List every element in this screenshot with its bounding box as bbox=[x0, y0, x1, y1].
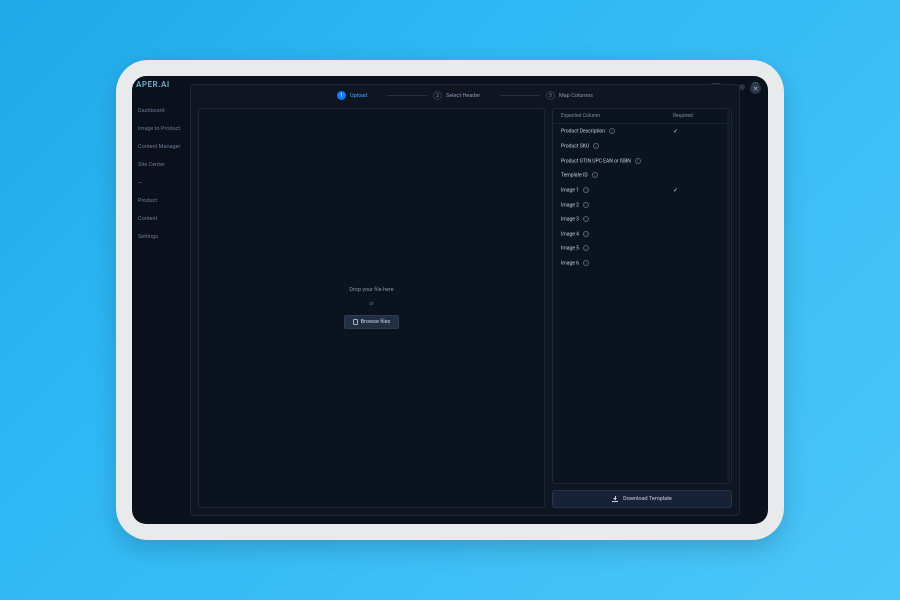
info-icon[interactable]: i bbox=[609, 128, 615, 134]
step-number: 2 bbox=[433, 91, 442, 100]
stepper-separator-icon bbox=[486, 92, 494, 100]
expected-columns-table: Expected Column Required Product Descrip… bbox=[552, 108, 732, 484]
column-name: Template IDi bbox=[561, 172, 673, 179]
table-row: Product SKUi bbox=[553, 139, 731, 154]
upload-modal: ✕ 1 Upload 2 Select Header 3 Map Columns bbox=[190, 84, 740, 516]
browse-label: Browse files bbox=[361, 319, 391, 325]
scrollbar[interactable] bbox=[727, 110, 730, 482]
step-upload[interactable]: 1 Upload bbox=[337, 91, 367, 100]
column-name: Image 5i bbox=[561, 245, 673, 252]
app-logo: APER.AI bbox=[136, 80, 170, 89]
table-row: Image 3i bbox=[553, 212, 731, 227]
stepper-line bbox=[387, 95, 427, 96]
column-header-required: Required bbox=[673, 113, 723, 119]
download-icon bbox=[612, 496, 618, 502]
step-number: 3 bbox=[546, 91, 555, 100]
dropzone-text: Drop your file here bbox=[349, 287, 393, 293]
check-icon: ✓ bbox=[673, 187, 678, 194]
column-name: Image 6i bbox=[561, 260, 673, 267]
step-label: Map Columns bbox=[559, 93, 593, 99]
table-row: Image 5i bbox=[553, 241, 731, 256]
table-row: Image 6i bbox=[553, 256, 731, 271]
info-icon[interactable]: i bbox=[583, 245, 589, 251]
expected-columns-panel: Expected Column Required Product Descrip… bbox=[552, 108, 732, 508]
file-icon bbox=[353, 319, 358, 325]
sidebar-item-site-center[interactable]: Site Center bbox=[136, 156, 190, 174]
tablet-frame: APER.AI Dashboard Image to Product Conte… bbox=[116, 60, 784, 540]
info-icon[interactable]: i bbox=[583, 187, 589, 193]
column-name: Image 4i bbox=[561, 231, 673, 238]
column-name: Image 1i bbox=[561, 187, 673, 194]
sidebar-item-content[interactable]: Content bbox=[136, 210, 190, 228]
step-label: Upload bbox=[350, 93, 367, 99]
info-icon[interactable]: i bbox=[592, 172, 598, 178]
column-name: Product SKUi bbox=[561, 143, 673, 150]
table-header: Expected Column Required bbox=[553, 109, 731, 124]
sidebar-divider: — bbox=[136, 174, 190, 192]
step-select-header[interactable]: 2 Select Header bbox=[433, 91, 480, 100]
modal-body: Drop your file here or Browse files Expe… bbox=[191, 108, 739, 515]
stepper: 1 Upload 2 Select Header 3 Map Columns bbox=[191, 85, 739, 108]
info-icon[interactable]: i bbox=[583, 260, 589, 266]
sidebar-item-image-to-product[interactable]: Image to Product bbox=[136, 120, 190, 138]
browse-files-button[interactable]: Browse files bbox=[344, 315, 400, 329]
sidebar-item-settings[interactable]: Settings bbox=[136, 228, 190, 246]
info-icon[interactable]: i bbox=[593, 143, 599, 149]
sidebar-item-product[interactable]: Product bbox=[136, 192, 190, 210]
required-cell: ✓ bbox=[673, 187, 723, 194]
table-row: Image 4i bbox=[553, 227, 731, 242]
dropzone-or: or bbox=[369, 301, 374, 307]
table-row: Template IDi bbox=[553, 168, 731, 183]
step-label: Select Header bbox=[446, 93, 480, 99]
column-name: Image 3i bbox=[561, 216, 673, 223]
close-button[interactable]: ✕ bbox=[750, 83, 761, 94]
column-name: Product GTIN UPC EAN or ISBNi bbox=[561, 158, 673, 165]
sidebar-item-dashboard[interactable]: Dashboard bbox=[136, 102, 190, 120]
stepper-separator-icon bbox=[373, 92, 381, 100]
step-map-columns[interactable]: 3 Map Columns bbox=[546, 91, 593, 100]
table-row: Image 1i✓ bbox=[553, 183, 731, 198]
table-row: Product GTIN UPC EAN or ISBNi bbox=[553, 154, 731, 169]
table-row: Image 2i bbox=[553, 198, 731, 213]
info-icon[interactable]: i bbox=[583, 202, 589, 208]
table-row: Product Descriptioni✓ bbox=[553, 124, 731, 139]
sidebar: Dashboard Image to Product Content Manag… bbox=[132, 98, 190, 524]
info-icon[interactable]: i bbox=[635, 158, 641, 164]
check-icon: ✓ bbox=[673, 128, 678, 135]
info-icon[interactable]: i bbox=[583, 216, 589, 222]
stepper-line bbox=[500, 95, 540, 96]
step-number: 1 bbox=[337, 91, 346, 100]
close-icon: ✕ bbox=[753, 85, 759, 93]
file-dropzone[interactable]: Drop your file here or Browse files bbox=[198, 108, 545, 508]
column-name: Product Descriptioni bbox=[561, 128, 673, 135]
app-screen: APER.AI Dashboard Image to Product Conte… bbox=[132, 76, 768, 524]
required-cell: ✓ bbox=[673, 128, 723, 135]
column-header-name: Expected Column bbox=[561, 113, 673, 119]
column-name: Image 2i bbox=[561, 202, 673, 209]
download-label: Download Template bbox=[623, 496, 672, 502]
sidebar-item-content-manager[interactable]: Content Manager bbox=[136, 138, 190, 156]
download-template-button[interactable]: Download Template bbox=[552, 490, 732, 508]
info-icon[interactable]: i bbox=[583, 231, 589, 237]
